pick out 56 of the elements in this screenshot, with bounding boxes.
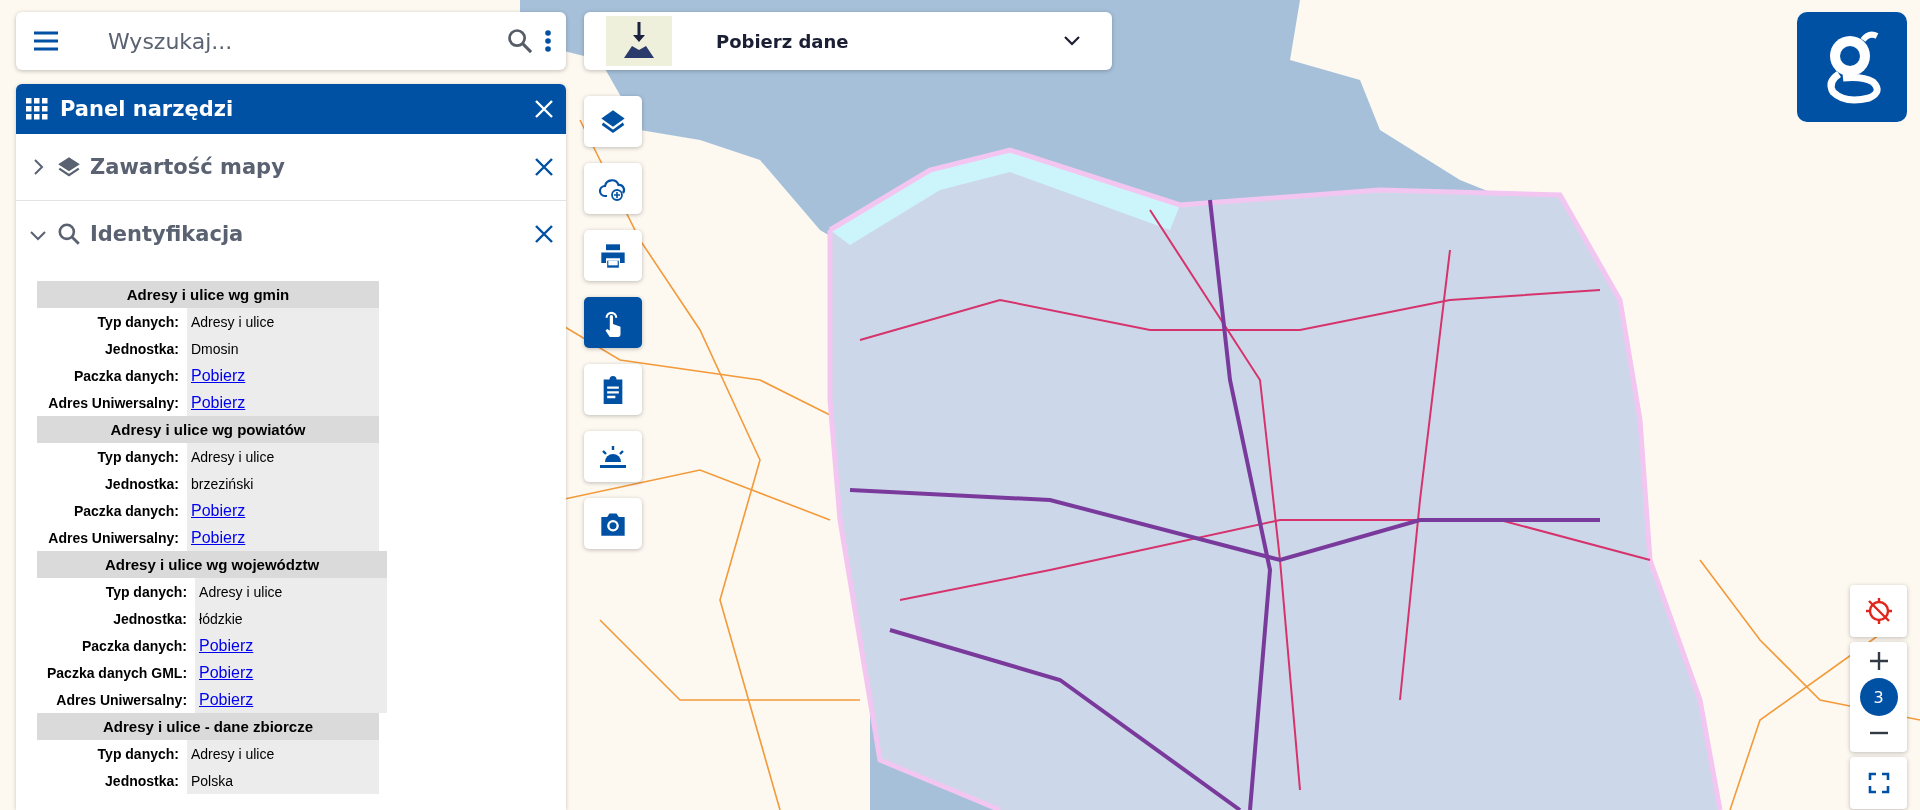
section-title[interactable]: Identyfikacja <box>90 222 526 246</box>
horizon-icon <box>598 443 628 470</box>
panel-title: Panel narzędzi <box>60 97 235 121</box>
download-link[interactable]: Pobierz <box>199 636 254 654</box>
search-button[interactable] <box>506 27 534 55</box>
download-link[interactable]: Pobierz <box>191 393 246 411</box>
chevron-down-icon <box>1062 34 1082 48</box>
field-label: Typ danych: <box>37 308 187 335</box>
menu-button[interactable] <box>32 30 60 52</box>
search-input[interactable]: Wyszukaj... <box>106 22 496 60</box>
tool-button[interactable] <box>584 230 642 281</box>
result-title: Adresy i ulice wg powiatów <box>37 416 379 443</box>
clipboard-icon <box>601 375 625 404</box>
download-link[interactable]: Pobierz <box>191 366 246 384</box>
field-label: Typ danych: <box>37 740 187 767</box>
zoom-in-button[interactable] <box>1850 644 1907 678</box>
field-value: Adresy i ulice <box>187 443 379 470</box>
section-title[interactable]: Zawartość mapy <box>90 155 526 179</box>
result-title: Adresy i ulice wg województw <box>37 551 388 578</box>
field-value: łódzkie <box>195 605 388 632</box>
close-button[interactable] <box>534 224 554 244</box>
fullscreen-icon <box>1867 772 1890 794</box>
minus-icon <box>1868 731 1889 735</box>
tool-button[interactable] <box>584 498 642 549</box>
tool-button[interactable] <box>584 431 642 482</box>
plus-icon <box>1868 651 1889 671</box>
tool-button[interactable] <box>584 297 642 348</box>
field-value: Adresy i ulice <box>187 308 379 335</box>
grid-icon <box>26 98 48 120</box>
search-bar[interactable]: Wyszukaj... <box>16 12 566 70</box>
field-value: Dmosin <box>187 335 379 362</box>
download-link[interactable]: Pobierz <box>199 690 254 708</box>
field-value: brzeziński <box>187 470 379 497</box>
field-value: Adresy i ulice <box>195 578 388 605</box>
result-title: Adresy i ulice - dane zbiorcze <box>37 713 379 740</box>
download-link[interactable]: Pobierz <box>191 501 246 519</box>
download-data-dropdown[interactable]: Pobierz dane <box>584 12 1112 70</box>
tool-button[interactable] <box>584 364 642 415</box>
printer-icon <box>599 242 627 269</box>
field-label: Typ danych: <box>37 443 187 470</box>
locate-button[interactable] <box>1850 585 1907 637</box>
locate-off-icon <box>1863 596 1894 626</box>
tool-button[interactable] <box>584 96 642 147</box>
search-icon <box>56 221 82 247</box>
field-value: Polska <box>187 767 379 794</box>
download-link[interactable]: Pobierz <box>191 528 246 546</box>
field-label: Typ danych: <box>37 578 196 605</box>
tool-button[interactable] <box>584 163 642 214</box>
result-title: Adresy i ulice wg gmin <box>37 281 379 308</box>
logo-icon[interactable] <box>1797 12 1907 122</box>
field-value: Adresy i ulice <box>187 740 379 767</box>
download-link[interactable]: Pobierz <box>199 663 254 681</box>
more-button[interactable] <box>544 29 552 53</box>
zoom-level: 3 <box>1859 678 1898 716</box>
fullscreen-button[interactable] <box>1850 757 1907 809</box>
close-button[interactable] <box>534 157 554 177</box>
